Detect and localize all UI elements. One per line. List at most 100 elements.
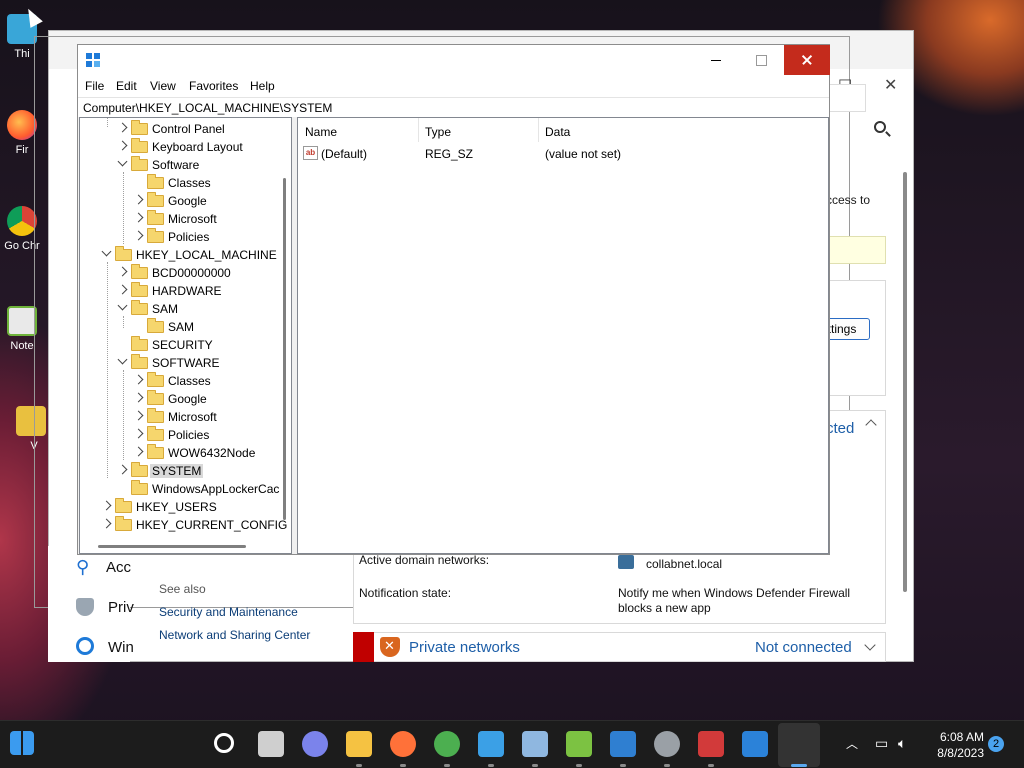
security-maintenance-link[interactable]: Security and Maintenance (159, 605, 298, 619)
notification-badge[interactable]: 2 (988, 736, 1004, 752)
tree-node[interactable]: Classes (80, 372, 280, 390)
chrome-icon[interactable] (434, 731, 460, 757)
tree-node[interactable]: Microsoft (80, 210, 280, 228)
folder-icon (131, 156, 148, 171)
firewall-left-item-3[interactable]: Win (108, 639, 134, 656)
start-icon[interactable] (10, 731, 34, 755)
chevron-right-icon[interactable] (133, 230, 144, 241)
chevron-right-icon[interactable] (133, 374, 144, 385)
tree-node-label: SECURITY (152, 338, 213, 352)
registry-tree[interactable]: Control Panel Keyboard Layout Software Clas… (79, 117, 292, 554)
menu-edit[interactable]: Edit (116, 79, 137, 93)
chevron-right-icon[interactable] (133, 392, 144, 403)
chevron-up-tray-icon[interactable]: ︿ (846, 735, 858, 752)
chevron-right-icon[interactable] (117, 122, 128, 133)
settings-icon[interactable] (654, 731, 680, 757)
folder-icon (147, 426, 164, 441)
tree-node[interactable]: HARDWARE (80, 282, 280, 300)
volume-icon[interactable]: 🔈︎ (898, 735, 906, 752)
column-separator[interactable] (418, 118, 419, 142)
chevron-right-icon[interactable] (133, 194, 144, 205)
tree-node[interactable]: Google (80, 390, 280, 408)
teams-chat-icon[interactable] (302, 731, 328, 757)
network-sharing-link[interactable]: Network and Sharing Center (159, 628, 310, 642)
values-pane[interactable]: Name Type Data ab (Default) REG_SZ (valu… (297, 117, 829, 554)
firewall-scrollbar[interactable] (903, 172, 907, 592)
column-data[interactable]: Data (545, 125, 570, 139)
menu-help[interactable]: Help (250, 79, 275, 93)
running-indicator (488, 764, 494, 767)
registry-editor-window: File Edit View Favorites Help Computer\H… (77, 44, 830, 555)
tree-node[interactable]: SAM (80, 318, 280, 336)
chevron-right-icon[interactable] (133, 410, 144, 421)
remote-desktop-icon[interactable] (610, 731, 636, 757)
tree-node[interactable]: WindowsAppLockerCac (80, 480, 280, 498)
firefox-icon[interactable] (390, 731, 416, 757)
tree-node[interactable]: WOW6432Node (80, 444, 280, 462)
tree-node[interactable]: Keyboard Layout (80, 138, 280, 156)
tree-vertical-scrollbar[interactable] (283, 178, 286, 520)
resource-monitor-icon[interactable] (522, 731, 548, 757)
chevron-right-icon[interactable] (117, 266, 128, 277)
notepadpp-icon[interactable] (566, 731, 592, 757)
tree-node[interactable]: Classes (80, 174, 280, 192)
search-icon[interactable] (214, 733, 234, 753)
tree-node-label: Keyboard Layout (152, 140, 243, 154)
firewall-close-icon[interactable]: ✕ (884, 75, 897, 95)
private-networks-label[interactable]: Private networks (409, 639, 520, 656)
folder-icon (131, 282, 148, 297)
regedit-icon[interactable] (742, 731, 768, 757)
column-name[interactable]: Name (305, 125, 337, 139)
tree-horizontal-scrollbar[interactable] (98, 545, 246, 548)
maximize-button[interactable] (739, 45, 784, 75)
value-type: REG_SZ (425, 147, 474, 161)
app-blue-icon[interactable] (478, 731, 504, 757)
chevron-right-icon[interactable] (133, 212, 144, 223)
tree-node[interactable]: SAM (80, 300, 280, 318)
tree-node[interactable]: SECURITY (80, 336, 280, 354)
value-row[interactable]: ab (Default) REG_SZ (value not set) (303, 146, 823, 164)
menu-file[interactable]: File (85, 79, 104, 93)
regedit-titlebar[interactable] (78, 45, 830, 75)
tree-node[interactable]: BCD00000000 (80, 264, 280, 282)
network-icon[interactable]: ▭ (875, 735, 888, 752)
tree-node[interactable]: HKEY_CURRENT_CONFIG (80, 516, 287, 534)
tree-node[interactable]: Software (80, 156, 280, 174)
tree-node[interactable]: SYSTEM (80, 462, 280, 480)
chevron-down-icon[interactable] (101, 246, 112, 257)
chevron-right-icon[interactable] (133, 428, 144, 439)
task-view-icon[interactable] (258, 731, 284, 757)
tree-node[interactable]: HKEY_USERS (80, 498, 280, 516)
tree-node[interactable]: SOFTWARE (80, 354, 280, 372)
chevron-right-icon[interactable] (117, 464, 128, 475)
tree-node[interactable]: Control Panel (80, 120, 280, 138)
chevron-right-icon[interactable] (133, 446, 144, 457)
chevron-down-icon[interactable] (117, 354, 128, 365)
firewall-left-item-1[interactable]: Acc (106, 559, 131, 576)
tree-node[interactable]: Google (80, 192, 280, 210)
folder-icon (147, 192, 164, 207)
chevron-right-icon[interactable] (117, 284, 128, 295)
address-bar[interactable]: Computer\HKEY_LOCAL_MACHINE\SYSTEM (78, 97, 829, 117)
system-clock[interactable]: 6:08 AM 8/8/2023 (928, 729, 984, 761)
chevron-right-icon[interactable] (117, 140, 128, 151)
column-separator[interactable] (538, 118, 539, 142)
tree-node[interactable]: Policies (80, 228, 280, 246)
minimize-button[interactable] (694, 45, 739, 75)
firewall-left-item-2[interactable]: Priv (108, 599, 134, 616)
tree-node[interactable]: Microsoft (80, 408, 280, 426)
chevron-right-icon[interactable] (101, 518, 112, 529)
firewall-access-text: ccess to (826, 193, 871, 207)
chevron-down-icon[interactable] (117, 156, 128, 167)
toolbox-icon[interactable] (698, 731, 724, 757)
close-button[interactable] (784, 45, 830, 75)
chevron-down-icon[interactable] (117, 300, 128, 311)
tree-node[interactable]: Policies (80, 426, 280, 444)
tree-node[interactable]: HKEY_LOCAL_MACHINE (80, 246, 280, 264)
menu-view[interactable]: View (150, 79, 176, 93)
file-explorer-icon[interactable] (346, 731, 372, 757)
column-type[interactable]: Type (425, 125, 451, 139)
menu-favorites[interactable]: Favorites (189, 79, 238, 93)
folder-icon (131, 264, 148, 279)
chevron-right-icon[interactable] (101, 500, 112, 511)
